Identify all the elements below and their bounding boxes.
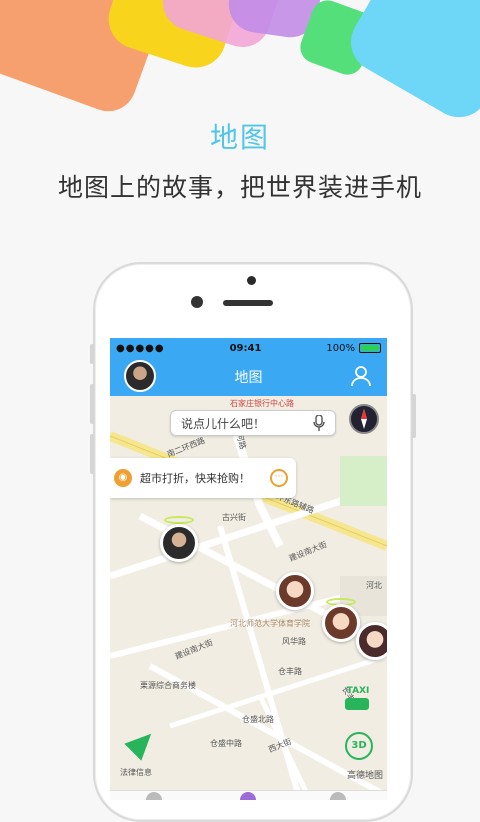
map-cartoon-pin-2[interactable] xyxy=(322,604,360,642)
map-user-pin[interactable] xyxy=(160,524,198,562)
battery-icon xyxy=(358,343,381,353)
status-bar: ●●●●● 09:41 100% xyxy=(110,338,387,358)
nav-bar: 地图 xyxy=(110,358,387,396)
decor-blob-blue xyxy=(340,0,480,129)
taxi-icon[interactable]: TAXI xyxy=(345,686,371,710)
map-cartoon-pin-3[interactable] xyxy=(356,622,387,660)
tab-discover-icon[interactable] xyxy=(146,792,162,800)
taxi-label: TAXI xyxy=(346,686,370,696)
mute-switch xyxy=(90,344,94,364)
volume-down-button xyxy=(90,434,94,474)
status-right: 100% xyxy=(326,343,381,354)
bottom-tab-bar xyxy=(110,790,387,800)
avatar-halo xyxy=(164,516,194,524)
hero-title: 地图 xyxy=(209,121,270,154)
signal-indicator: ●●●●● xyxy=(116,342,165,354)
phone-screen: ●●●●● 09:41 100% 地图 石家庄银行中心路 南二环西路 金河路 环… xyxy=(110,338,387,800)
hero-subtitle: 地图上的故事，把世界装进手机 xyxy=(57,173,422,202)
bubble-text: 超市打折，快来抢购！ xyxy=(140,472,250,485)
message-bubble[interactable]: ◉ 超市打折，快来抢购！ ··· xyxy=(110,458,296,498)
3d-toggle-icon[interactable]: 3D xyxy=(345,732,373,760)
microphone-icon[interactable] xyxy=(313,415,325,431)
compass-icon[interactable] xyxy=(349,404,379,434)
volume-up-button xyxy=(90,384,94,424)
power-button xyxy=(412,394,416,438)
phone-top-dot xyxy=(247,276,256,285)
chat-icon[interactable]: ··· xyxy=(270,469,288,487)
legal-info-link[interactable]: 法律信息 xyxy=(120,767,152,778)
search-placeholder: 说点儿什么吧！ xyxy=(181,416,266,431)
map-view[interactable]: 石家庄银行中心路 南二环西路 金河路 环东路辅路 建设南大街 古兴街 河北师范大… xyxy=(110,396,387,800)
tab-map-icon[interactable] xyxy=(240,792,256,800)
map-cartoon-pin-1[interactable] xyxy=(276,572,314,610)
status-time: 09:41 xyxy=(229,342,262,354)
map-label-poi2: 栗源综合商务楼 xyxy=(140,681,196,690)
map-label-road7: 仓丰路 xyxy=(278,667,302,676)
map-label-poi1: 河北师范大学体育学院 xyxy=(230,619,310,628)
nav-title: 地图 xyxy=(234,370,263,386)
map-label-road5: 古兴街 xyxy=(222,513,246,522)
map-label-road10: 仓盛中路 xyxy=(210,739,242,748)
tab-chat-icon[interactable] xyxy=(330,792,346,800)
eye-icon: ◉ xyxy=(114,469,132,487)
amap-logo: 高德地图 xyxy=(346,771,383,781)
map-label-road6: 风华路 xyxy=(282,637,306,646)
front-camera xyxy=(191,296,203,308)
phone-speaker xyxy=(223,300,273,306)
map-label-top: 石家庄银行中心路 xyxy=(230,399,294,408)
battery-percent: 100% xyxy=(326,342,355,354)
user-icon[interactable] xyxy=(349,364,373,388)
map-label-road9: 仓盛北路 xyxy=(242,715,274,724)
map-label-poi3: 河北 xyxy=(366,581,382,590)
search-bar[interactable]: 说点儿什么吧！ xyxy=(170,410,336,436)
